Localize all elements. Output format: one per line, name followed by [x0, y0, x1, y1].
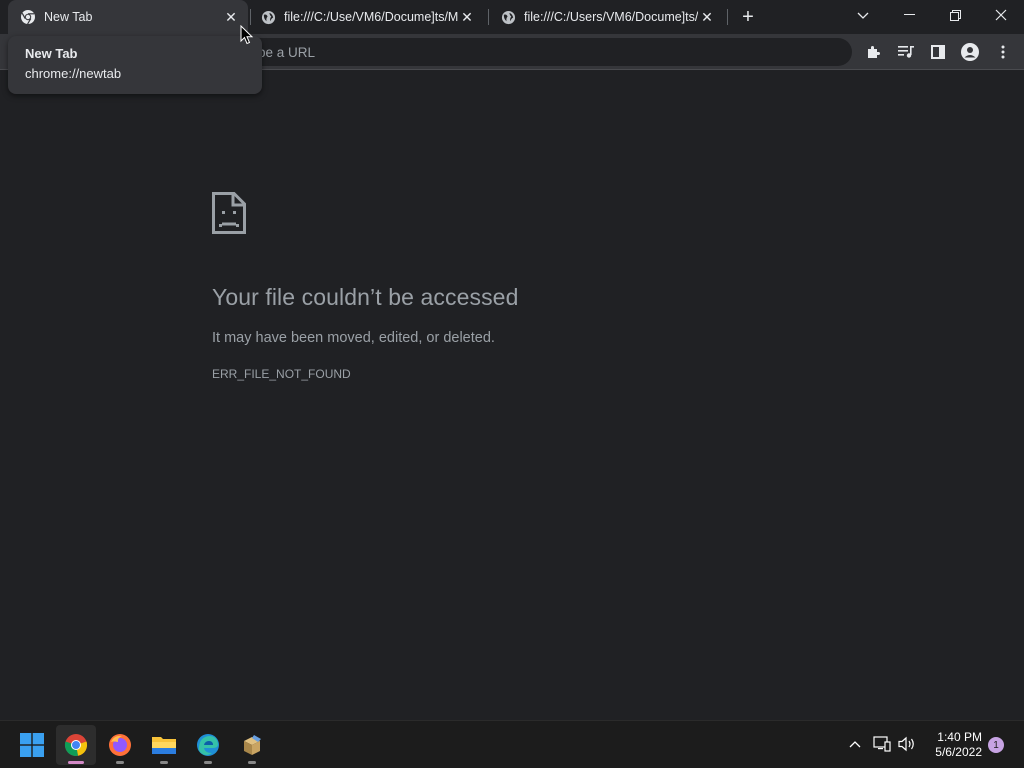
close-tab-icon[interactable]: ✕: [698, 8, 716, 26]
sad-file-icon: [212, 192, 246, 234]
firefox-icon: [109, 734, 131, 756]
tab-hover-card: New Tab chrome://newtab: [8, 36, 262, 94]
tab-file-2[interactable]: file:///C:/Users/VM6/Docume]ts/ ✕: [492, 0, 724, 34]
address-bar-placeholder: pe a URL: [258, 44, 316, 60]
running-indicator: [160, 761, 168, 764]
running-indicator: [116, 761, 124, 764]
menu-button[interactable]: [993, 42, 1013, 62]
system-clock[interactable]: 1:40 PM 5/6/2022: [920, 730, 982, 760]
clock-time: 1:40 PM: [937, 730, 982, 744]
side-panel-icon: [931, 45, 945, 59]
windows-start-icon: [20, 733, 44, 757]
taskbar-edge[interactable]: [188, 725, 228, 765]
chrome-icon: [20, 9, 36, 25]
chevron-down-icon: [857, 12, 869, 19]
chrome-icon: [64, 734, 88, 756]
error-code: ERR_FILE_NOT_FOUND: [212, 367, 351, 381]
media-control-button[interactable]: [896, 42, 916, 62]
kebab-menu-icon: [1001, 45, 1005, 59]
tab-title: file:///C:/Users/VM6/Docume]ts/: [524, 10, 698, 24]
notification-badge[interactable]: 1: [988, 737, 1004, 753]
edge-icon: [197, 734, 219, 756]
profile-button[interactable]: [960, 42, 980, 62]
minimize-button[interactable]: [886, 0, 932, 30]
media-queue-icon: [897, 46, 914, 58]
minimize-icon: [903, 14, 915, 15]
tab-file-1[interactable]: file:///C:/Use/VM6/Docume]ts/M ✕: [252, 0, 484, 34]
file-explorer-icon: [152, 737, 176, 754]
clock-date: 5/6/2022: [935, 745, 982, 759]
error-description: It may have been moved, edited, or delet…: [212, 330, 495, 346]
close-tab-icon[interactable]: ✕: [222, 8, 240, 26]
volume-button[interactable]: [896, 733, 918, 755]
restore-icon: [949, 9, 961, 21]
network-button[interactable]: [871, 733, 893, 755]
tab-title: New Tab: [44, 10, 93, 24]
puzzle-icon: [868, 46, 880, 58]
extensions-button[interactable]: [864, 42, 884, 62]
hover-card-url: chrome://newtab: [25, 66, 122, 81]
close-window-button[interactable]: [978, 0, 1024, 30]
taskbar-file-explorer[interactable]: [144, 725, 184, 765]
hover-card-title: New Tab: [25, 46, 78, 61]
taskbar-installer[interactable]: [232, 725, 272, 765]
running-indicator: [68, 761, 84, 764]
tab-title: file:///C:/Use/VM6/Docume]ts/M: [284, 10, 458, 24]
running-indicator: [248, 761, 256, 764]
avatar-icon: [961, 43, 979, 61]
installer-icon: [244, 735, 261, 755]
tab-new-tab[interactable]: New Tab ✕: [8, 0, 248, 34]
tab-separator: [488, 9, 489, 25]
side-panel-button[interactable]: [928, 42, 948, 62]
mouse-cursor-icon: [240, 24, 254, 45]
new-tab-button[interactable]: +: [736, 5, 760, 29]
tab-search-button[interactable]: [852, 5, 874, 27]
restore-button[interactable]: [932, 0, 978, 30]
show-hidden-icons-button[interactable]: [844, 733, 866, 755]
tab-separator: [727, 9, 728, 25]
chevron-up-icon: [849, 741, 861, 748]
tab-separator: [250, 9, 251, 25]
tab-strip: New Tab ✕ file:///C:/Use/VM6/Docume]ts/M…: [0, 0, 1024, 34]
taskbar-firefox[interactable]: [100, 725, 140, 765]
error-title: Your file couldn’t be accessed: [212, 284, 519, 310]
running-indicator: [204, 761, 212, 764]
speaker-icon: [898, 736, 914, 752]
close-icon: [995, 9, 1007, 21]
start-button[interactable]: [12, 725, 52, 765]
globe-icon: [500, 9, 516, 25]
globe-icon: [260, 9, 276, 25]
close-tab-icon[interactable]: ✕: [458, 8, 476, 26]
page-content: Your file couldn’t be accessed It may ha…: [0, 71, 1024, 720]
network-icon: [873, 736, 891, 752]
windows-taskbar: 1:40 PM 5/6/2022 1: [0, 720, 1024, 768]
taskbar-chrome[interactable]: [56, 725, 96, 765]
